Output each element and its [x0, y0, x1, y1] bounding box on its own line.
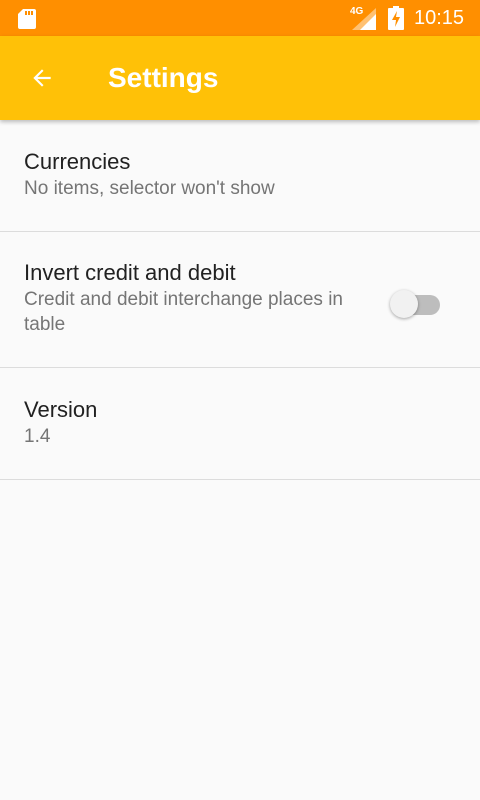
battery-charging-icon: [388, 6, 404, 30]
setting-summary: No items, selector won't show: [24, 178, 275, 199]
setting-title: Invert credit and debit: [24, 260, 236, 285]
invert-toggle[interactable]: [390, 286, 442, 318]
setting-summary: 1.4: [24, 426, 51, 447]
clock: 10:15: [414, 7, 465, 29]
settings-list: Currencies No items, selector won't show…: [0, 120, 480, 480]
signal-icon: [352, 8, 376, 30]
setting-summary: Credit and debit interchange places in t…: [24, 289, 343, 335]
status-bar: 4G 10:15: [0, 0, 480, 36]
page-title: Settings: [108, 62, 219, 93]
setting-version: Version 1.4: [0, 368, 480, 480]
sd-card-icon: [18, 9, 36, 29]
setting-title: Currencies: [24, 149, 131, 174]
back-button[interactable]: [14, 50, 70, 106]
setting-invert-credit-debit[interactable]: Invert credit and debit Credit and debit…: [0, 232, 480, 368]
arrow-back-icon: [33, 69, 51, 87]
setting-currencies[interactable]: Currencies No items, selector won't show: [0, 120, 480, 232]
setting-title: Version: [24, 397, 98, 422]
toggle-thumb: [390, 290, 418, 318]
app-bar: Settings: [0, 36, 480, 120]
